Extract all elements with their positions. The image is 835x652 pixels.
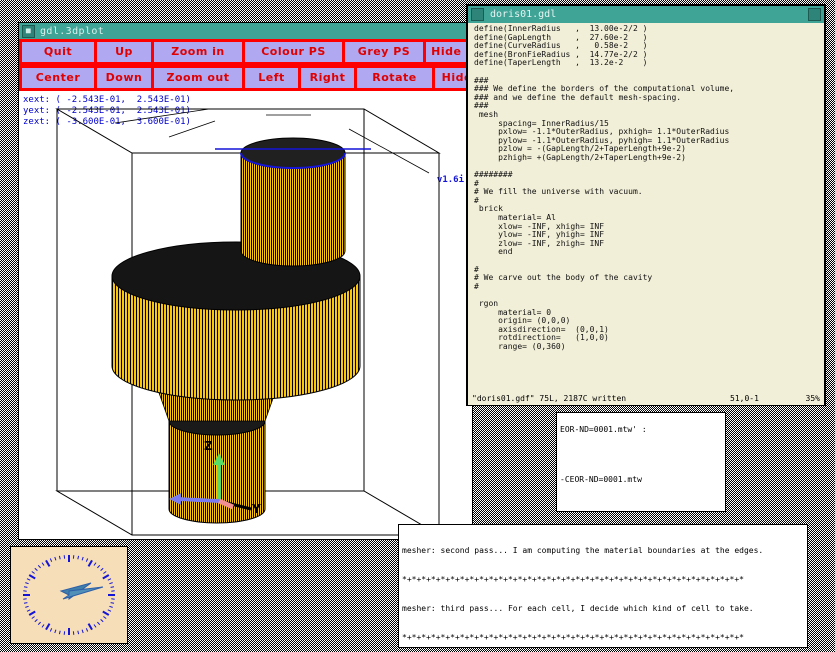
editor-titlebar[interactable]: doris01.gdl [468, 6, 824, 23]
gdl-3dplot-window[interactable]: ■ gdl.3dplot Quit Up Zoom in Colour PS G… [18, 22, 516, 540]
clock-face [11, 547, 127, 643]
zoom-out-button[interactable]: Zoom out [154, 65, 245, 91]
center-button[interactable]: Center [19, 65, 97, 91]
maximize-icon[interactable] [808, 8, 821, 21]
mid-terminal-line: EOR-ND=0001.mtw' : [560, 425, 647, 434]
editor-status-file: "doris01.gdf" 75L, 2187C written [472, 394, 627, 403]
down-button[interactable]: Down [97, 65, 154, 91]
terminal-line: mesher: second pass... I am computing th… [402, 546, 764, 556]
editor-scroll-percent: 35% [805, 394, 820, 403]
plot-canvas[interactable]: xext: ( -2.543E-01, 2.543E-01) yext: ( -… [19, 91, 472, 539]
gdl-editor-window[interactable]: doris01.gdl define(InnerRadius , 13.00e-… [466, 4, 826, 406]
mid-terminal-window[interactable]: EOR-ND=0001.mtw' : -CEOR-ND=0001.mtw [556, 412, 726, 512]
editor-cursor-position: 51,0-1 [730, 394, 759, 403]
mid-terminal-line: -CEOR-ND=0001.mtw [560, 475, 642, 484]
up-button[interactable]: Up [97, 39, 154, 65]
editor-text-area[interactable]: define(InnerRadius , 13.00e-2/2 ) define… [468, 23, 824, 391]
axis-label-z: Z [204, 439, 213, 453]
xclock-window[interactable] [10, 546, 128, 644]
colour-ps-button[interactable]: Colour PS [245, 39, 345, 65]
bottom-terminal-window[interactable]: mesher: second pass... I am computing th… [398, 524, 808, 648]
terminal-line: *+*+*+*+*+*+*+*+*+*+*+*+*+*+*+*+*+*+*+*+… [402, 632, 744, 642]
quit-button[interactable]: Quit [19, 39, 97, 65]
plot-toolbar-row-2: Center Down Zoom out Left Right Rotate H… [19, 65, 516, 91]
editor-status-bar: "doris01.gdf" 75L, 2187C written 51,0-1 … [468, 391, 824, 405]
terminal-line: mesher: third pass... For each cell, I d… [402, 603, 754, 613]
rotate-button[interactable]: Rotate [357, 65, 435, 91]
window-menu-icon[interactable]: ■ [22, 24, 35, 38]
plot-3d-scene [55, 108, 441, 536]
window-menu-icon[interactable] [471, 8, 484, 21]
terminal-line: *+*+*+*+*+*+*+*+*+*+*+*+*+*+*+*+*+*+*+*+… [402, 574, 744, 584]
grey-ps-button[interactable]: Grey PS [345, 39, 426, 65]
zoom-in-button[interactable]: Zoom in [154, 39, 245, 65]
plot-toolbar-row-1: Quit Up Zoom in Colour PS Grey PS Hide L… [19, 39, 509, 65]
plot-window-titlebar[interactable]: ■ gdl.3dplot [19, 23, 472, 39]
editor-window-title: doris01.gdl [490, 9, 557, 20]
left-button[interactable]: Left [245, 65, 301, 91]
axis-label-y: Y [252, 502, 261, 516]
right-button[interactable]: Right [301, 65, 357, 91]
plot-window-title: gdl.3dplot [40, 25, 105, 37]
